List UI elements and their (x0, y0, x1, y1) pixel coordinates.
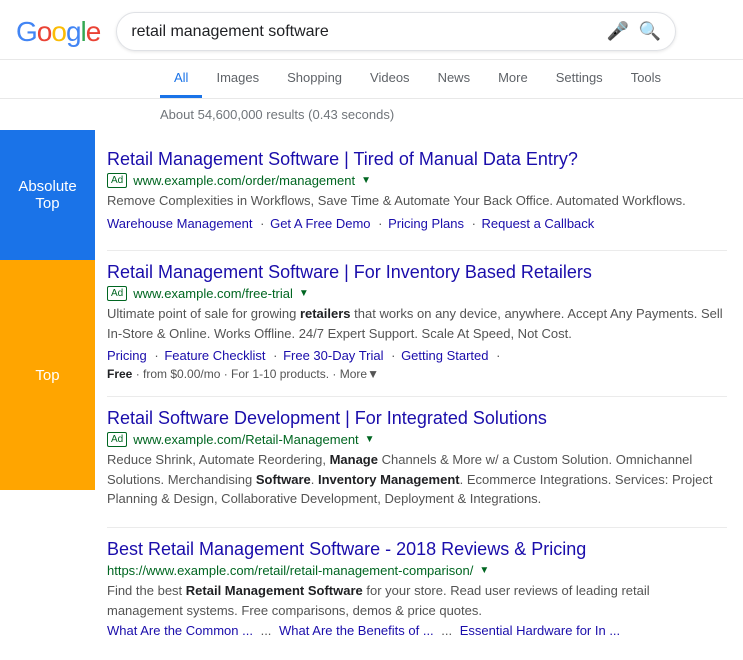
organic-result-1: Best Retail Management Software - 2018 R… (107, 528, 727, 652)
organic-url: https://www.example.com/retail/retail-ma… (107, 563, 473, 578)
organic-desc: Find the best Retail Management Software… (107, 581, 727, 620)
result-1-link-2[interactable]: Get A Free Demo (270, 216, 370, 231)
ad-badge-1: Ad (107, 173, 127, 188)
results-column: Retail Management Software | Tired of Ma… (95, 130, 743, 660)
dropdown-arrow-3[interactable]: ▼ (365, 434, 375, 445)
result-1-links: Warehouse Management · Get A Free Demo ·… (107, 214, 727, 235)
result-3-desc: Reduce Shrink, Automate Reordering, Mana… (107, 450, 727, 509)
ad-badge-3: Ad (107, 432, 127, 447)
tab-more[interactable]: More (484, 60, 542, 98)
organic-link-1[interactable]: What Are the Common ... (107, 623, 253, 638)
result-3-url: www.example.com/Retail-Management (133, 432, 358, 447)
result-1-title[interactable]: Retail Management Software | Tired of Ma… (107, 148, 727, 171)
dropdown-arrow-1[interactable]: ▼ (361, 175, 371, 186)
ad-result-3: Retail Software Development | For Integr… (107, 397, 727, 527)
result-3-title[interactable]: Retail Software Development | For Integr… (107, 407, 727, 430)
tab-images[interactable]: Images (202, 60, 273, 98)
dropdown-arrow-2[interactable]: ▼ (299, 288, 309, 299)
result-2-url-row: Ad www.example.com/free-trial ▼ (107, 286, 727, 301)
tab-shopping[interactable]: Shopping (273, 60, 356, 98)
tab-all[interactable]: All (160, 60, 202, 98)
result-1-url: www.example.com/order/management (133, 173, 355, 188)
result-2-links: Pricing · Feature Checklist · Free 30-Da… (107, 346, 727, 367)
organic-link-3[interactable]: Essential Hardware for In ... (460, 623, 620, 638)
result-2-desc: Ultimate point of sale for growing retai… (107, 304, 727, 343)
ad-result-2: Retail Management Software | For Invento… (107, 251, 727, 396)
header: Google 🎤 🔍 (0, 0, 743, 60)
tab-videos[interactable]: Videos (356, 60, 424, 98)
organic-link-2[interactable]: What Are the Benefits of ... (279, 623, 434, 638)
dropdown-arrow-organic[interactable]: ▼ (479, 565, 489, 576)
result-2-free-note: Free · from $0.00/mo · For 1-10 products… (107, 367, 727, 381)
tab-settings[interactable]: Settings (542, 60, 617, 98)
result-1-desc: Remove Complexities in Workflows, Save T… (107, 191, 727, 211)
nav-tabs: All Images Shopping Videos News More Set… (0, 60, 743, 99)
result-1-link-3[interactable]: Pricing Plans (388, 216, 464, 231)
result-2-url: www.example.com/free-trial (133, 286, 293, 301)
result-1-url-row: Ad www.example.com/order/management ▼ (107, 173, 727, 188)
result-3-url-row: Ad www.example.com/Retail-Management ▼ (107, 432, 727, 447)
tab-tools[interactable]: Tools (617, 60, 675, 98)
tab-news[interactable]: News (424, 60, 485, 98)
top-label: Top (0, 260, 95, 490)
result-1-link-4[interactable]: Request a Callback (482, 216, 595, 231)
result-count: About 54,600,000 results (0.43 seconds) (0, 99, 743, 130)
result-2-link-4[interactable]: Getting Started (401, 348, 488, 363)
google-logo: Google (16, 16, 100, 48)
result-2-link-3[interactable]: Free 30-Day Trial (283, 348, 383, 363)
microphone-icon[interactable]: 🎤 (606, 21, 628, 42)
organic-bottom-links: What Are the Common ... ... What Are the… (107, 623, 727, 638)
search-icon[interactable]: 🔍 (639, 21, 661, 42)
result-1-link-1[interactable]: Warehouse Management (107, 216, 253, 231)
absolute-top-label: Absolute Top (0, 130, 95, 260)
search-bar[interactable]: 🎤 🔍 (116, 12, 676, 51)
labels-column: Absolute Top Top (0, 130, 95, 490)
ad-result-1: Retail Management Software | Tired of Ma… (107, 138, 727, 250)
ad-badge-2: Ad (107, 286, 127, 301)
result-2-title[interactable]: Retail Management Software | For Invento… (107, 261, 727, 284)
organic-title[interactable]: Best Retail Management Software - 2018 R… (107, 538, 727, 561)
organic-url-row: https://www.example.com/retail/retail-ma… (107, 563, 727, 578)
content-wrapper: Absolute Top Top Retail Management Softw… (0, 130, 743, 660)
search-input[interactable] (131, 23, 606, 41)
result-2-link-1[interactable]: Pricing (107, 348, 147, 363)
result-2-link-2[interactable]: Feature Checklist (164, 348, 265, 363)
